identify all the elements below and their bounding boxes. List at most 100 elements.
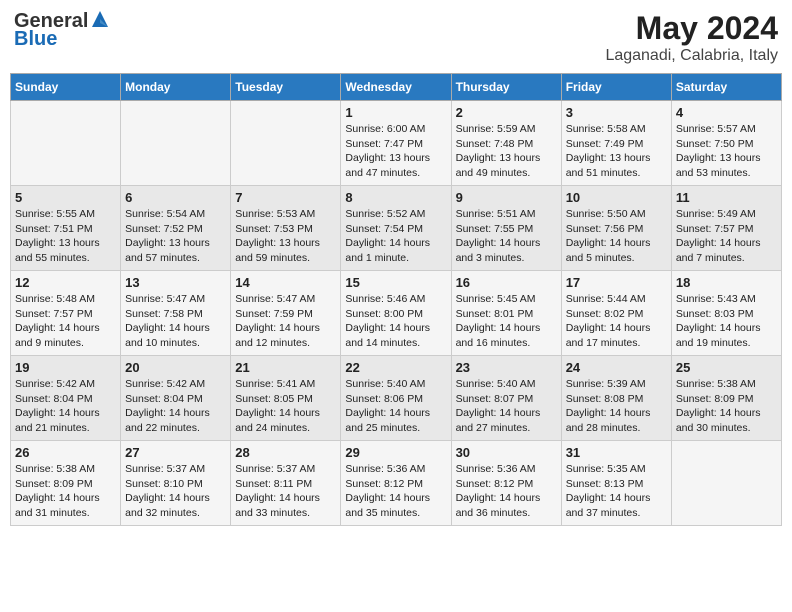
day-number: 19 (15, 360, 116, 375)
day-info: Sunrise: 5:52 AM Sunset: 7:54 PM Dayligh… (345, 207, 446, 266)
day-info: Sunrise: 5:40 AM Sunset: 8:06 PM Dayligh… (345, 377, 446, 436)
week-row-3: 12 Sunrise: 5:48 AM Sunset: 7:57 PM Dayli… (11, 271, 782, 356)
weekday-header-row: SundayMondayTuesdayWednesdayThursdayFrid… (11, 74, 782, 101)
calendar-table: SundayMondayTuesdayWednesdayThursdayFrid… (10, 73, 782, 526)
day-number: 31 (566, 445, 667, 460)
day-info: Sunrise: 5:44 AM Sunset: 8:02 PM Dayligh… (566, 292, 667, 351)
weekday-header-thursday: Thursday (451, 74, 561, 101)
day-info: Sunrise: 5:35 AM Sunset: 8:13 PM Dayligh… (566, 462, 667, 521)
calendar-cell: 13 Sunrise: 5:47 AM Sunset: 7:58 PM Dayli… (121, 271, 231, 356)
day-info: Sunrise: 5:50 AM Sunset: 7:56 PM Dayligh… (566, 207, 667, 266)
day-info: Sunrise: 5:53 AM Sunset: 7:53 PM Dayligh… (235, 207, 336, 266)
day-number: 25 (676, 360, 777, 375)
day-info: Sunrise: 5:49 AM Sunset: 7:57 PM Dayligh… (676, 207, 777, 266)
day-number: 28 (235, 445, 336, 460)
calendar-cell: 30 Sunrise: 5:36 AM Sunset: 8:12 PM Dayli… (451, 441, 561, 526)
day-number: 8 (345, 190, 446, 205)
day-info: Sunrise: 5:45 AM Sunset: 8:01 PM Dayligh… (456, 292, 557, 351)
day-number: 18 (676, 275, 777, 290)
calendar-cell: 21 Sunrise: 5:41 AM Sunset: 8:05 PM Dayli… (231, 356, 341, 441)
calendar-cell: 24 Sunrise: 5:39 AM Sunset: 8:08 PM Dayli… (561, 356, 671, 441)
day-number: 21 (235, 360, 336, 375)
calendar-cell: 29 Sunrise: 5:36 AM Sunset: 8:12 PM Dayli… (341, 441, 451, 526)
calendar-cell: 15 Sunrise: 5:46 AM Sunset: 8:00 PM Dayli… (341, 271, 451, 356)
logo-icon (90, 9, 110, 29)
day-number: 2 (456, 105, 557, 120)
day-info: Sunrise: 5:42 AM Sunset: 8:04 PM Dayligh… (15, 377, 116, 436)
day-info: Sunrise: 5:54 AM Sunset: 7:52 PM Dayligh… (125, 207, 226, 266)
calendar-cell: 18 Sunrise: 5:43 AM Sunset: 8:03 PM Dayli… (671, 271, 781, 356)
day-number: 29 (345, 445, 446, 460)
calendar-cell: 10 Sunrise: 5:50 AM Sunset: 7:56 PM Dayli… (561, 186, 671, 271)
calendar-cell: 28 Sunrise: 5:37 AM Sunset: 8:11 PM Dayli… (231, 441, 341, 526)
title-block: May 2024 Laganadi, Calabria, Italy (605, 10, 778, 65)
calendar-cell: 2 Sunrise: 5:59 AM Sunset: 7:48 PM Daylig… (451, 101, 561, 186)
calendar-cell: 19 Sunrise: 5:42 AM Sunset: 8:04 PM Dayli… (11, 356, 121, 441)
day-number: 30 (456, 445, 557, 460)
day-number: 13 (125, 275, 226, 290)
day-number: 7 (235, 190, 336, 205)
calendar-cell: 9Sunrise: 5:51 AM Sunset: 7:55 PM Daylig… (451, 186, 561, 271)
calendar-cell: 16Sunrise: 5:45 AM Sunset: 8:01 PM Dayli… (451, 271, 561, 356)
calendar-cell (11, 101, 121, 186)
day-number: 11 (676, 190, 777, 205)
day-number: 1 (345, 105, 446, 120)
day-info: Sunrise: 5:37 AM Sunset: 8:11 PM Dayligh… (235, 462, 336, 521)
weekday-header-saturday: Saturday (671, 74, 781, 101)
calendar-cell: 22 Sunrise: 5:40 AM Sunset: 8:06 PM Dayli… (341, 356, 451, 441)
weekday-header-friday: Friday (561, 74, 671, 101)
day-info: Sunrise: 5:37 AM Sunset: 8:10 PM Dayligh… (125, 462, 226, 521)
day-info: Sunrise: 5:38 AM Sunset: 8:09 PM Dayligh… (15, 462, 116, 521)
day-info: Sunrise: 5:36 AM Sunset: 8:12 PM Dayligh… (345, 462, 446, 521)
main-title: May 2024 (605, 10, 778, 47)
subtitle: Laganadi, Calabria, Italy (605, 47, 778, 65)
day-info: Sunrise: 5:36 AM Sunset: 8:12 PM Dayligh… (456, 462, 557, 521)
day-info: Sunrise: 5:51 AM Sunset: 7:55 PM Dayligh… (456, 207, 557, 266)
day-number: 26 (15, 445, 116, 460)
week-row-2: 5Sunrise: 5:55 AM Sunset: 7:51 PM Daylig… (11, 186, 782, 271)
day-info: Sunrise: 5:48 AM Sunset: 7:57 PM Dayligh… (15, 292, 116, 351)
calendar-cell (121, 101, 231, 186)
weekday-header-sunday: Sunday (11, 74, 121, 101)
day-info: Sunrise: 5:40 AM Sunset: 8:07 PM Dayligh… (456, 377, 557, 436)
calendar-cell: 1 Sunrise: 6:00 AM Sunset: 7:47 PM Daylig… (341, 101, 451, 186)
calendar-cell: 11 Sunrise: 5:49 AM Sunset: 7:57 PM Dayli… (671, 186, 781, 271)
day-info: Sunrise: 5:39 AM Sunset: 8:08 PM Dayligh… (566, 377, 667, 436)
day-number: 23 (456, 360, 557, 375)
calendar-cell: 3 Sunrise: 5:58 AM Sunset: 7:49 PM Daylig… (561, 101, 671, 186)
day-info: Sunrise: 5:42 AM Sunset: 8:04 PM Dayligh… (125, 377, 226, 436)
calendar-cell: 20Sunrise: 5:42 AM Sunset: 8:04 PM Dayli… (121, 356, 231, 441)
day-info: Sunrise: 5:38 AM Sunset: 8:09 PM Dayligh… (676, 377, 777, 436)
calendar-cell: 23 Sunrise: 5:40 AM Sunset: 8:07 PM Dayli… (451, 356, 561, 441)
day-info: Sunrise: 5:58 AM Sunset: 7:49 PM Dayligh… (566, 122, 667, 181)
day-info: Sunrise: 5:46 AM Sunset: 8:00 PM Dayligh… (345, 292, 446, 351)
calendar-cell: 17 Sunrise: 5:44 AM Sunset: 8:02 PM Dayli… (561, 271, 671, 356)
day-info: Sunrise: 6:00 AM Sunset: 7:47 PM Dayligh… (345, 122, 446, 181)
calendar-cell: 6Sunrise: 5:54 AM Sunset: 7:52 PM Daylig… (121, 186, 231, 271)
day-number: 10 (566, 190, 667, 205)
day-info: Sunrise: 5:47 AM Sunset: 7:59 PM Dayligh… (235, 292, 336, 351)
day-number: 4 (676, 105, 777, 120)
weekday-header-tuesday: Tuesday (231, 74, 341, 101)
day-number: 15 (345, 275, 446, 290)
weekday-header-monday: Monday (121, 74, 231, 101)
day-info: Sunrise: 5:43 AM Sunset: 8:03 PM Dayligh… (676, 292, 777, 351)
day-info: Sunrise: 5:59 AM Sunset: 7:48 PM Dayligh… (456, 122, 557, 181)
calendar-cell (671, 441, 781, 526)
day-number: 22 (345, 360, 446, 375)
day-number: 12 (15, 275, 116, 290)
day-number: 17 (566, 275, 667, 290)
logo: General Blue (14, 10, 110, 50)
day-info: Sunrise: 5:41 AM Sunset: 8:05 PM Dayligh… (235, 377, 336, 436)
day-number: 3 (566, 105, 667, 120)
page-header: General Blue May 2024 Laganadi, Calabria… (10, 10, 782, 65)
weekday-header-wednesday: Wednesday (341, 74, 451, 101)
day-number: 24 (566, 360, 667, 375)
calendar-cell: 8 Sunrise: 5:52 AM Sunset: 7:54 PM Daylig… (341, 186, 451, 271)
calendar-cell: 31 Sunrise: 5:35 AM Sunset: 8:13 PM Dayli… (561, 441, 671, 526)
day-info: Sunrise: 5:57 AM Sunset: 7:50 PM Dayligh… (676, 122, 777, 181)
calendar-cell: 4 Sunrise: 5:57 AM Sunset: 7:50 PM Daylig… (671, 101, 781, 186)
calendar-cell: 14Sunrise: 5:47 AM Sunset: 7:59 PM Dayli… (231, 271, 341, 356)
day-info: Sunrise: 5:47 AM Sunset: 7:58 PM Dayligh… (125, 292, 226, 351)
week-row-5: 26 Sunrise: 5:38 AM Sunset: 8:09 PM Dayli… (11, 441, 782, 526)
